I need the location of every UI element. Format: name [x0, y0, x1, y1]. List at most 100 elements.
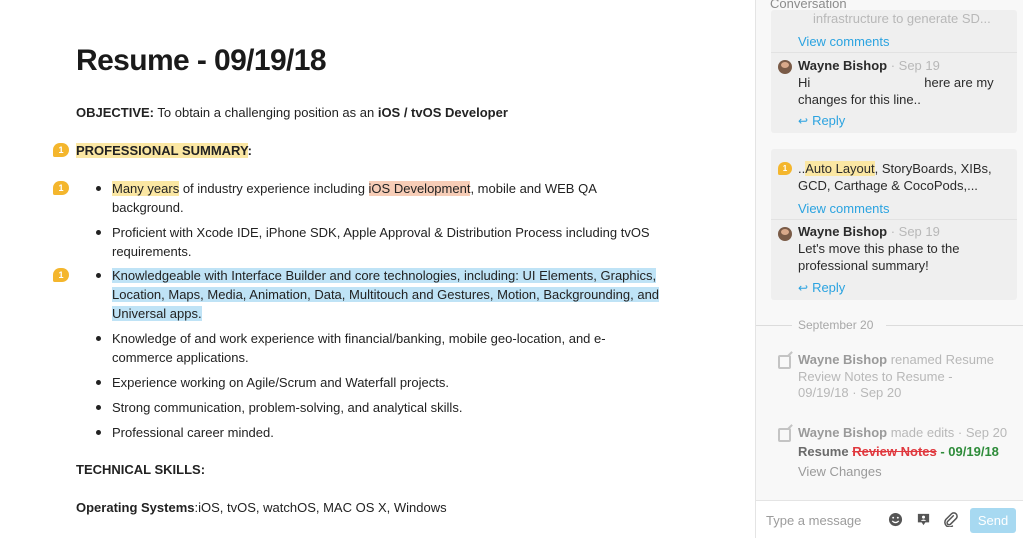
attachment-icon[interactable] — [943, 512, 958, 527]
conversation-sidebar: Conversation infrastructure to generate … — [755, 0, 1023, 538]
event-action: made edits · Sep 20 — [887, 425, 1008, 440]
comment-text-line1: Let's move this phase to the — [798, 241, 960, 256]
summary-heading-colon: : — [247, 143, 253, 158]
separator-line — [886, 325, 1023, 326]
edit-document-icon — [778, 355, 791, 369]
objective-text: To obtain a challenging position as an — [154, 105, 378, 120]
card-divider — [771, 52, 1017, 53]
os-value: :iOS, tvOS, watchOS, MAC OS X, Windows — [194, 500, 447, 515]
reply-button[interactable]: ↩ Reply — [798, 112, 845, 130]
bullet-dot — [96, 336, 101, 341]
comment-text-line1: Hi here are my — [798, 74, 994, 91]
reply-label: Reply — [812, 113, 846, 128]
diff-removed: Review Notes — [852, 444, 937, 459]
bullet7[interactable]: Professional career minded. — [112, 423, 274, 442]
bullet5[interactable]: Experience working on Agile/Scrum and Wa… — [112, 373, 449, 392]
document-pane: Resume - 09/19/18 OBJECTIVE: To obtain a… — [0, 0, 755, 538]
objective-line[interactable]: OBJECTIVE: To obtain a challenging posit… — [76, 103, 508, 122]
edit-document-icon — [778, 428, 791, 442]
comment-badge-bullet1[interactable]: 1 — [53, 181, 69, 195]
bullet2-line1[interactable]: Proficient with Xcode IDE, iPhone SDK, A… — [112, 223, 650, 242]
thread-snippet: infrastructure to generate SD... — [813, 11, 991, 26]
bullet2-line2[interactable]: requirements. — [112, 242, 191, 261]
message-input[interactable] — [766, 509, 878, 531]
objective-label: OBJECTIVE: — [76, 105, 155, 120]
reply-label: Reply — [812, 280, 846, 295]
objective-role: iOS / tvOS Developer — [377, 105, 508, 120]
comment-text-line2: changes for this line.. — [798, 92, 921, 107]
comment-badge-bullet3[interactable]: 1 — [53, 268, 69, 282]
bullet-dot — [96, 380, 101, 385]
event-line3: 09/19/18 · Sep 20 — [798, 385, 902, 400]
highlight-bullet3[interactable]: Knowledgeable with Interface Builder and… — [112, 268, 657, 283]
event-author[interactable]: Wayne Bishop — [798, 425, 887, 440]
bullet3-line1[interactable]: Knowledgeable with Interface Builder and… — [112, 266, 657, 285]
comment-header: Wayne Bishop · Sep 19 — [798, 57, 940, 74]
highlight-bullet3[interactable]: Universal apps. — [112, 306, 202, 321]
avatar — [778, 60, 792, 74]
bullet3-line3[interactable]: Universal apps. — [112, 304, 202, 323]
bullet1-text: of industry experience including — [179, 181, 369, 196]
comment-text: here are my — [924, 75, 994, 90]
separator-line — [756, 325, 792, 326]
comment-author[interactable]: Wayne Bishop — [798, 58, 887, 73]
bullet-dot — [96, 430, 101, 435]
bullet1-line1[interactable]: Many years of industry experience includ… — [112, 179, 597, 198]
bullet4-line2[interactable]: commerce applications. — [112, 348, 249, 367]
bullet6[interactable]: Strong communication, problem-solving, a… — [112, 398, 462, 417]
event-line2: Review Notes to Resume - — [798, 369, 953, 384]
bullet-dot — [96, 230, 101, 235]
operating-systems-line[interactable]: Operating Systems:iOS, tvOS, watchOS, MA… — [76, 498, 447, 517]
reply-icon: ↩ — [798, 281, 809, 295]
message-composer: Send — [756, 500, 1023, 538]
highlight-auto-layout: Auto Layout — [805, 161, 875, 176]
comment-text: Hi — [798, 75, 811, 90]
summary-heading[interactable]: PROFESSIONAL SUMMARY: — [76, 141, 252, 160]
mention-icon[interactable] — [916, 512, 931, 527]
view-comments-link[interactable]: View comments — [798, 33, 890, 50]
thread-snippet-line2[interactable]: GCD, Carthage & CocoPods,... — [798, 177, 978, 194]
card-divider — [771, 219, 1017, 220]
diff-prefix: Resume — [798, 444, 853, 459]
edit-diff: Resume Review Notes - 09/19/18 — [798, 443, 999, 460]
date-separator-label: September 20 — [798, 318, 874, 332]
avatar — [778, 227, 792, 241]
comment-badge-summary[interactable]: 1 — [53, 143, 69, 157]
snippet-text: , StoryBoards, XIBs, — [874, 161, 992, 176]
comment-thread-card: 1 ..Auto Layout, StoryBoards, XIBs, GCD,… — [771, 149, 1017, 300]
technical-skills-heading[interactable]: TECHNICAL SKILLS: — [76, 460, 205, 479]
comment-author[interactable]: Wayne Bishop — [798, 224, 887, 239]
comment-date: · Sep 19 — [890, 58, 940, 73]
comment-badge: 1 — [778, 162, 792, 175]
highlight-bullet3[interactable]: Location, Maps, Media, Animation, Data, … — [112, 287, 660, 302]
highlight-ios-development[interactable]: iOS Development — [368, 181, 471, 196]
bullet4-line1[interactable]: Knowledge of and work experience with fi… — [112, 329, 606, 348]
reply-button[interactable]: ↩ Reply — [798, 279, 845, 297]
comment-thread-card: infrastructure to generate SD... View co… — [771, 10, 1017, 133]
document-title[interactable]: Resume - 09/19/18 — [76, 44, 327, 78]
thread-snippet-line1[interactable]: ..Auto Layout, StoryBoards, XIBs, — [798, 160, 992, 177]
diff-added: - 09/19/18 — [936, 444, 999, 459]
comment-date: · Sep 19 — [890, 224, 940, 239]
event-line1: Wayne Bishop renamed Resume — [798, 351, 994, 368]
highlight-many-years[interactable]: Many years — [112, 181, 180, 196]
summary-heading-text: PROFESSIONAL SUMMARY — [76, 143, 248, 158]
event-action: renamed Resume — [887, 352, 995, 367]
bullet-dot — [96, 405, 101, 410]
event-line1: Wayne Bishop made edits · Sep 20 — [798, 424, 1007, 441]
comment-text-line2: professional summary! — [798, 258, 929, 273]
view-changes-link[interactable]: View Changes — [798, 463, 882, 480]
bullet1-text-end: , mobile and WEB QA — [470, 181, 597, 196]
os-label: Operating Systems — [76, 500, 195, 515]
bullet-dot — [96, 273, 101, 278]
view-comments-link[interactable]: View comments — [798, 200, 890, 217]
emoji-icon[interactable] — [888, 512, 903, 527]
event-author[interactable]: Wayne Bishop — [798, 352, 887, 367]
comment-header: Wayne Bishop · Sep 19 — [798, 223, 940, 240]
bullet-dot — [96, 186, 101, 191]
bullet1-line2[interactable]: background. — [112, 198, 184, 217]
bullet3-line2[interactable]: Location, Maps, Media, Animation, Data, … — [112, 285, 660, 304]
date-separator: September 20 — [756, 318, 1023, 332]
send-button[interactable]: Send — [970, 508, 1016, 533]
reply-icon: ↩ — [798, 114, 809, 128]
